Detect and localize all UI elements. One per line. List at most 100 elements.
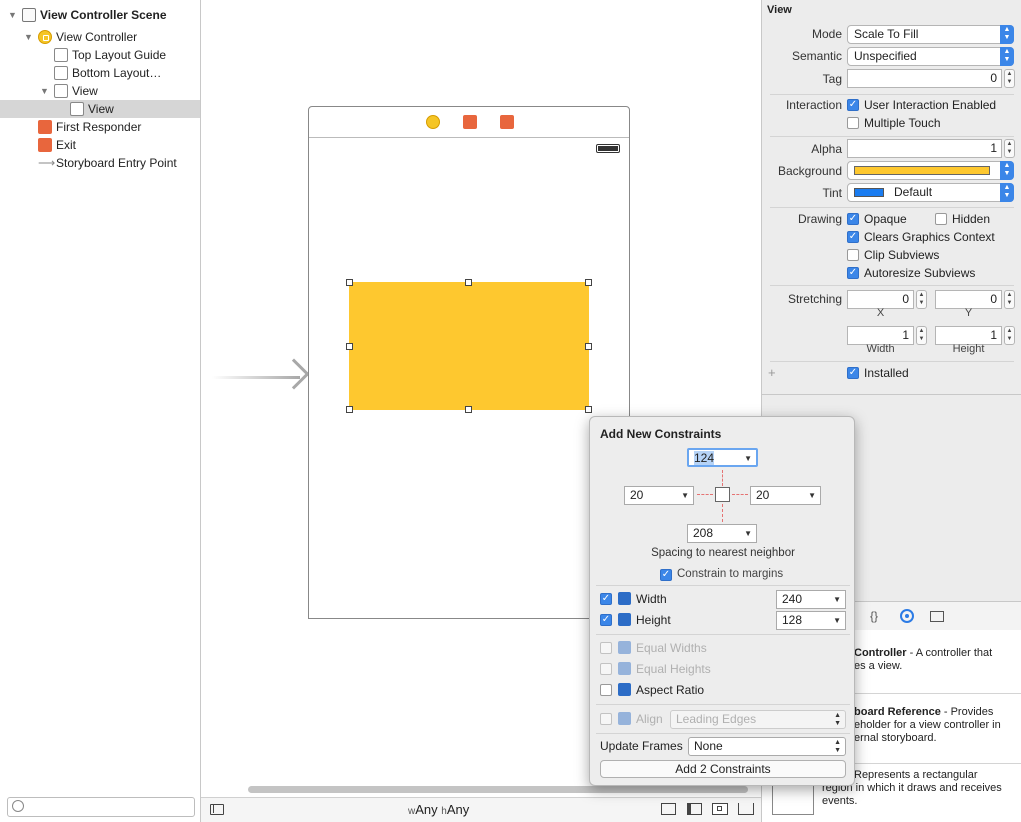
alpha-field[interactable]: 1 [847, 139, 1002, 158]
outline-item-first-responder[interactable]: First Responder [38, 118, 141, 136]
dropdown-arrow-icon[interactable]: ▼ [833, 612, 841, 629]
bottom-spacing-combo[interactable]: 208 ▼ [687, 524, 757, 543]
dropdown-arrow-icon[interactable]: ▼ [744, 525, 752, 542]
code-snippet-icon[interactable]: {} [870, 609, 878, 623]
constrain-margins-checkbox[interactable]: ✓ [660, 569, 672, 581]
toggle-outline-icon[interactable] [210, 804, 224, 815]
installed-checkbox[interactable]: ✓ [847, 367, 859, 379]
resolve-auto-layout-icon[interactable] [738, 803, 754, 815]
width-checkbox[interactable]: ✓ [600, 593, 612, 605]
resize-handle[interactable] [585, 406, 592, 413]
semantic-popup[interactable]: Unspecified ▲ ▼ [847, 47, 1014, 66]
autoresize-checkbox[interactable]: ✓ [847, 267, 859, 279]
add-constraints-popover: Add New Constraints 124 ▼ 20 ▼ 20 ▼ 208 ▼ Sp… [589, 416, 855, 786]
left-spacing-combo[interactable]: 20 ▼ [624, 486, 694, 505]
opaque-checkbox[interactable]: ✓ [847, 213, 859, 225]
tag-field[interactable]: 0 [847, 69, 1002, 88]
add-constraints-button[interactable]: Add 2 Constraints [600, 760, 846, 778]
resize-handle[interactable] [585, 279, 592, 286]
outline-item-subview-selected[interactable]: View [0, 100, 200, 118]
outline-item-entry-point[interactable]: ⟶ Storyboard Entry Point [38, 154, 177, 172]
disclosure-triangle-icon[interactable]: ▼ [40, 86, 50, 96]
alpha-stepper[interactable]: ▲ ▼ [1004, 139, 1015, 158]
tint-popup[interactable]: Default ▲ ▼ [847, 183, 1014, 202]
dropdown-arrow-icon[interactable]: ▼ [744, 450, 752, 467]
battery-icon [596, 144, 620, 153]
height-checkbox[interactable]: ✓ [600, 614, 612, 626]
right-constraint-bar[interactable] [732, 494, 748, 495]
popover-title: Add New Constraints [600, 427, 722, 441]
outline-label: View Controller [56, 30, 138, 44]
stack-icon[interactable] [661, 803, 676, 815]
disclosure-triangle-icon[interactable]: ▼ [24, 32, 34, 42]
clears-graphics-checkbox[interactable]: ✓ [847, 231, 859, 243]
outline-item-bottom-layout-guide[interactable]: Bottom Layout… [54, 64, 161, 82]
update-frames-popup[interactable]: None ▲ ▼ [688, 737, 846, 756]
left-spacing-value: 20 [630, 488, 644, 502]
horizontal-scrollbar[interactable] [248, 786, 748, 793]
resize-handle[interactable] [346, 343, 353, 350]
resize-handle[interactable] [465, 406, 472, 413]
outline-item-exit[interactable]: Exit [38, 136, 76, 154]
mode-popup[interactable]: Scale To Fill ▲ ▼ [847, 25, 1014, 44]
left-constraint-bar[interactable] [697, 494, 713, 495]
disclosure-triangle-icon[interactable]: ▼ [8, 10, 18, 20]
first-responder-icon[interactable] [463, 115, 477, 129]
scene-dock [309, 107, 629, 138]
resize-handle[interactable] [346, 279, 353, 286]
pin-icon[interactable] [712, 803, 728, 815]
multiple-touch-checkbox[interactable] [847, 117, 859, 129]
equal-widths-checkbox[interactable] [600, 642, 612, 654]
dropdown-arrow-icon[interactable]: ▼ [681, 487, 689, 504]
outline-item-scene[interactable]: ▼ View Controller Scene [8, 6, 167, 24]
alpha-label: Alpha [811, 142, 842, 156]
clip-subviews-checkbox[interactable] [847, 249, 859, 261]
right-spacing-combo[interactable]: 20 ▼ [750, 486, 821, 505]
separator [770, 136, 1014, 137]
align-checkbox[interactable] [600, 713, 612, 725]
bottom-constraint-bar[interactable] [722, 504, 723, 522]
dropdown-arrow-icon[interactable]: ▼ [833, 591, 841, 608]
outline-item-top-layout-guide[interactable]: Top Layout Guide [54, 46, 166, 64]
add-variation-button[interactable]: + [768, 365, 776, 380]
tag-label: Tag [822, 72, 842, 86]
align-icon[interactable] [687, 803, 702, 815]
installed-label: Installed [864, 366, 909, 380]
align-popup[interactable]: Leading Edges ▲ ▼ [670, 710, 846, 729]
hidden-checkbox[interactable] [935, 213, 947, 225]
resize-handle[interactable] [346, 406, 353, 413]
top-constraint-bar[interactable] [722, 470, 723, 486]
background-color-popup[interactable]: ▲ ▼ [847, 161, 1014, 180]
outline-item-view[interactable]: ▼ View [40, 82, 98, 100]
resize-handle[interactable] [585, 343, 592, 350]
first-responder-icon [38, 120, 52, 134]
user-interaction-checkbox[interactable]: ✓ [847, 99, 859, 111]
exit-icon[interactable] [500, 115, 514, 129]
outline-filter-input[interactable] [7, 797, 195, 817]
y-caption: Y [964, 307, 973, 319]
stretch-width-stepper[interactable]: ▲ ▼ [916, 326, 927, 345]
aspect-ratio-checkbox[interactable] [600, 684, 612, 696]
dropdown-arrow-icon[interactable]: ▼ [808, 487, 816, 504]
width-value-combo[interactable]: 240 ▼ [776, 590, 846, 609]
top-spacing-combo[interactable]: 124 ▼ [687, 448, 758, 467]
equal-heights-checkbox[interactable] [600, 663, 612, 675]
size-class-control[interactable]: wAny hAny [408, 802, 469, 817]
outline-item-view-controller[interactable]: ▼ View Controller [24, 28, 137, 46]
resize-handle[interactable] [465, 279, 472, 286]
stretch-x-stepper[interactable]: ▲ ▼ [916, 290, 927, 309]
view-controller-icon[interactable] [426, 115, 440, 129]
tag-stepper[interactable]: ▲ ▼ [1004, 69, 1015, 88]
height-value-combo[interactable]: 128 ▼ [776, 611, 846, 630]
outline-label: Storyboard Entry Point [56, 156, 177, 170]
view-controller-icon [38, 30, 52, 44]
selected-view[interactable] [349, 282, 589, 410]
media-library-icon[interactable] [930, 611, 944, 622]
stretch-y-stepper[interactable]: ▲ ▼ [1004, 290, 1015, 309]
semantic-label: Semantic [791, 49, 842, 63]
aspect-ratio-label: Aspect Ratio [636, 683, 705, 697]
separator [770, 94, 1014, 95]
entry-arrow-icon: ⟶ [38, 156, 56, 170]
object-library-icon[interactable] [900, 609, 914, 623]
stretch-height-stepper[interactable]: ▲ ▼ [1004, 326, 1015, 345]
